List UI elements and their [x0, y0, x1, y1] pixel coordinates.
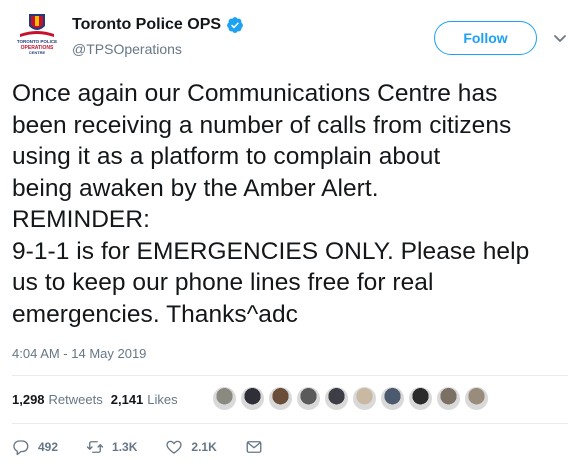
- liker-avatar[interactable]: [380, 386, 405, 411]
- retweets-label[interactable]: Retweets: [49, 392, 103, 407]
- liker-avatar[interactable]: [464, 386, 489, 411]
- direct-message-button[interactable]: [245, 438, 271, 456]
- follow-button[interactable]: Follow: [434, 21, 537, 55]
- svg-text:TORONTO POLICE: TORONTO POLICE: [17, 39, 57, 44]
- divider: [12, 375, 568, 376]
- name-row: Toronto Police OPS: [72, 16, 244, 34]
- avatar[interactable]: TORONTO POLICE OPERATIONS CENTRE: [12, 10, 62, 60]
- liker-avatar[interactable]: [324, 386, 349, 411]
- reply-button[interactable]: 492: [12, 438, 58, 456]
- svg-text:CENTRE: CENTRE: [29, 50, 46, 55]
- tweet-timestamp[interactable]: 4:04 AM - 14 May 2019: [12, 346, 146, 361]
- liker-avatar[interactable]: [212, 386, 237, 411]
- likes-count[interactable]: 2,141: [111, 392, 144, 407]
- heart-icon: [166, 440, 182, 454]
- engagement-stats: 1,298 Retweets 2,141 Likes: [12, 392, 186, 407]
- like-button[interactable]: 2.1K: [165, 438, 217, 456]
- account-handle[interactable]: @TPSOperations: [72, 41, 182, 57]
- reply-count: 492: [38, 440, 59, 454]
- liker-avatar[interactable]: [352, 386, 377, 411]
- liker-avatar[interactable]: [408, 386, 433, 411]
- display-name[interactable]: Toronto Police OPS: [72, 16, 221, 34]
- retweet-icon: [86, 441, 104, 453]
- like-count: 2.1K: [191, 440, 217, 454]
- liker-avatar[interactable]: [296, 386, 321, 411]
- divider: [12, 423, 568, 424]
- liker-avatar[interactable]: [240, 386, 265, 411]
- tweet-text: Once again our Communications Centre has…: [12, 80, 530, 328]
- chevron-down-icon[interactable]: [553, 32, 567, 44]
- tweet-actions: 492 1.3K 2.1K: [12, 438, 299, 456]
- envelope-icon: [246, 441, 262, 453]
- liker-avatar[interactable]: [436, 386, 461, 411]
- tweet-card: TORONTO POLICE OPERATIONS CENTRE Toronto…: [0, 0, 578, 464]
- retweet-button[interactable]: 1.3K: [86, 438, 137, 456]
- reply-icon: [13, 440, 29, 456]
- retweet-count: 1.3K: [112, 440, 138, 454]
- liker-avatars: [212, 386, 492, 411]
- verified-badge-icon: [226, 16, 244, 34]
- liker-avatar[interactable]: [268, 386, 293, 411]
- likes-label[interactable]: Likes: [147, 392, 177, 407]
- retweets-count[interactable]: 1,298: [12, 392, 45, 407]
- tps-logo-icon: TORONTO POLICE OPERATIONS CENTRE: [12, 10, 62, 60]
